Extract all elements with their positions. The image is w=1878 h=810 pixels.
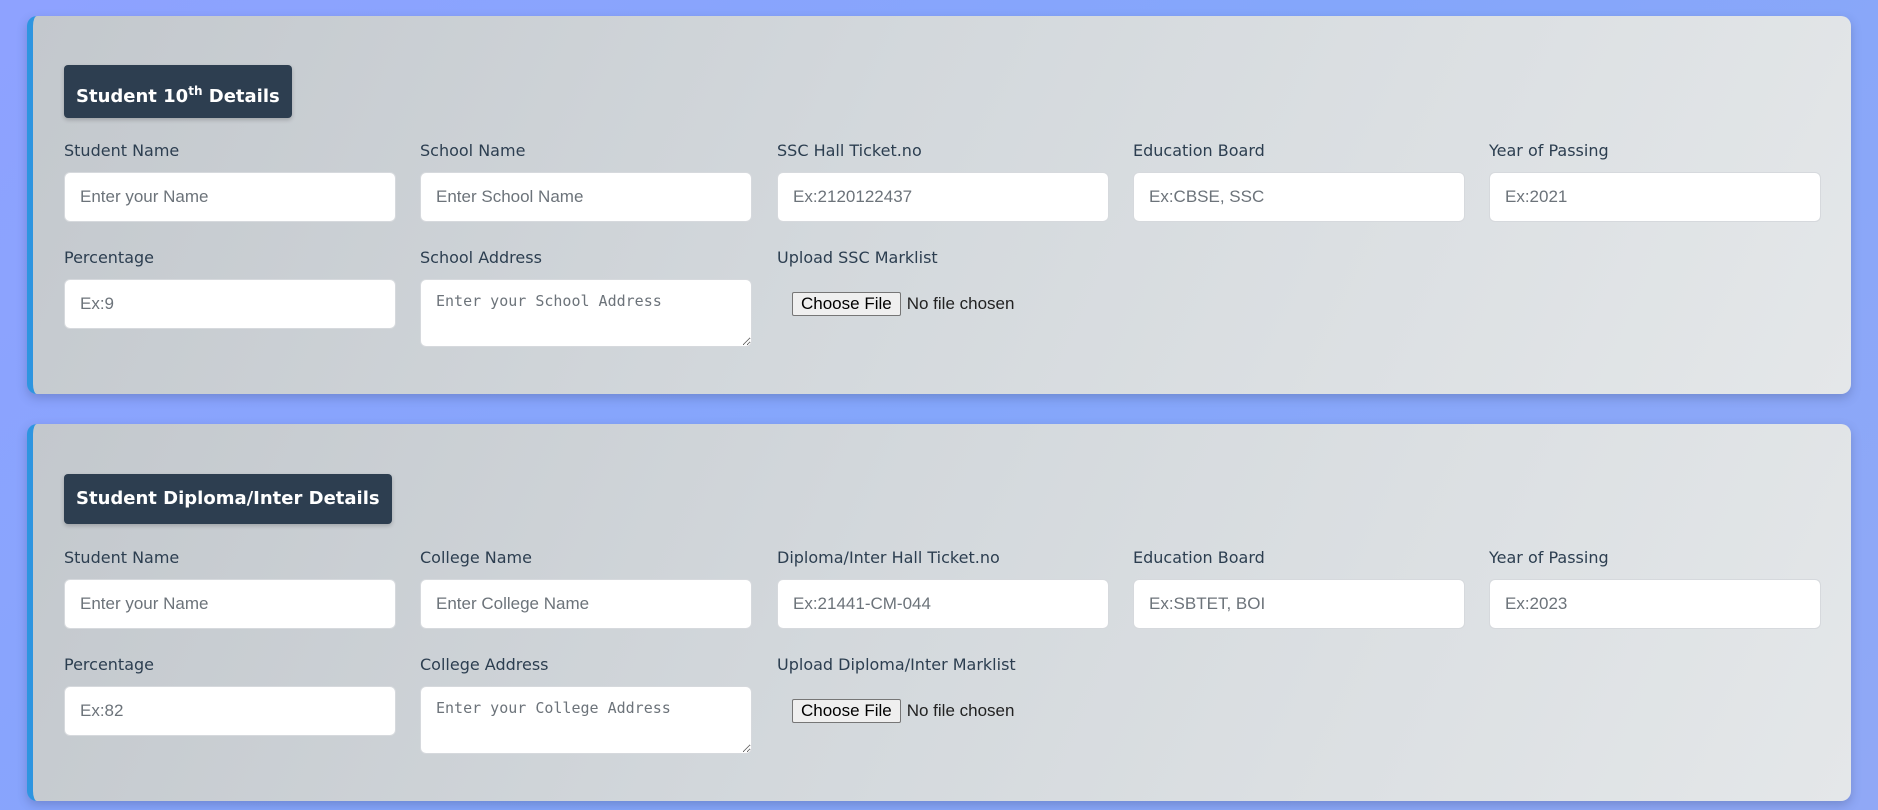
school-name-field: School Name: [420, 140, 752, 222]
ssc-hall-ticket-label: SSC Hall Ticket.no: [777, 141, 922, 160]
school-name-input[interactable]: [420, 172, 752, 222]
percentage-label: Percentage: [64, 655, 155, 674]
school-address-field: School Address: [420, 247, 752, 347]
percentage-field: Percentage: [64, 247, 396, 329]
upload-ssc-marklist-label: Upload SSC Marklist: [777, 248, 938, 267]
year-of-passing-field: Year of Passing: [1489, 140, 1821, 222]
diploma-hall-ticket-label: Diploma/Inter Hall Ticket.no: [777, 548, 1000, 567]
percentage-field: Percentage: [64, 654, 396, 736]
percentage-input[interactable]: [64, 279, 396, 329]
college-address-field: College Address: [420, 654, 752, 754]
year-of-passing-field: Year of Passing: [1489, 547, 1821, 629]
choose-file-button[interactable]: Choose File: [792, 292, 901, 316]
school-name-label: School Name: [420, 141, 526, 160]
student-name-label: Student Name: [64, 141, 180, 160]
file-status: No file chosen: [906, 294, 1015, 313]
college-name-input[interactable]: [420, 579, 752, 629]
diploma-inter-details-card: Student Diploma/Inter Details Student Na…: [27, 424, 1851, 801]
education-board-field: Education Board: [1133, 547, 1465, 629]
upload-diploma-marklist-field: Upload Diploma/Inter Marklist Choose Fil…: [777, 654, 1109, 736]
education-board-input[interactable]: [1133, 172, 1465, 222]
education-board-input[interactable]: [1133, 579, 1465, 629]
section-title-rest: Details: [202, 86, 280, 107]
file-input: Choose File No file chosen: [777, 686, 1109, 736]
file-status: No file chosen: [906, 701, 1015, 720]
year-of-passing-input[interactable]: [1489, 172, 1821, 222]
year-of-passing-label: Year of Passing: [1489, 141, 1609, 160]
section-title-10th: Student 10th Details: [64, 65, 292, 118]
education-board-label: Education Board: [1133, 141, 1265, 160]
education-board-label: Education Board: [1133, 548, 1265, 567]
diploma-hall-ticket-input[interactable]: [777, 579, 1109, 629]
year-of-passing-label: Year of Passing: [1489, 548, 1609, 567]
college-name-label: College Name: [420, 548, 532, 567]
choose-file-button[interactable]: Choose File: [792, 699, 901, 723]
section-title-superscript: th: [188, 84, 203, 98]
ssc-hall-ticket-input[interactable]: [777, 172, 1109, 222]
percentage-label: Percentage: [64, 248, 155, 267]
section-title-main: Student 10: [76, 86, 189, 107]
student-name-input[interactable]: [64, 579, 396, 629]
year-of-passing-input[interactable]: [1489, 579, 1821, 629]
college-address-label: College Address: [420, 655, 549, 674]
school-address-textarea[interactable]: [420, 279, 752, 347]
student-name-label: Student Name: [64, 548, 180, 567]
upload-ssc-marklist-field: Upload SSC Marklist Choose File No file …: [777, 247, 1109, 329]
ssc-hall-ticket-field: SSC Hall Ticket.no: [777, 140, 1109, 222]
student-name-field: Student Name: [64, 140, 396, 222]
education-board-field: Education Board: [1133, 140, 1465, 222]
student-name-field: Student Name: [64, 547, 396, 629]
college-name-field: College Name: [420, 547, 752, 629]
percentage-input[interactable]: [64, 686, 396, 736]
student-name-input[interactable]: [64, 172, 396, 222]
school-address-label: School Address: [420, 248, 542, 267]
tenth-details-card: Student 10th Details Student Name School…: [27, 16, 1851, 394]
college-address-textarea[interactable]: [420, 686, 752, 754]
file-input: Choose File No file chosen: [777, 279, 1109, 329]
section-title-diploma-inter: Student Diploma/Inter Details: [64, 474, 392, 524]
diploma-hall-ticket-field: Diploma/Inter Hall Ticket.no: [777, 547, 1109, 629]
upload-diploma-marklist-label: Upload Diploma/Inter Marklist: [777, 655, 1016, 674]
